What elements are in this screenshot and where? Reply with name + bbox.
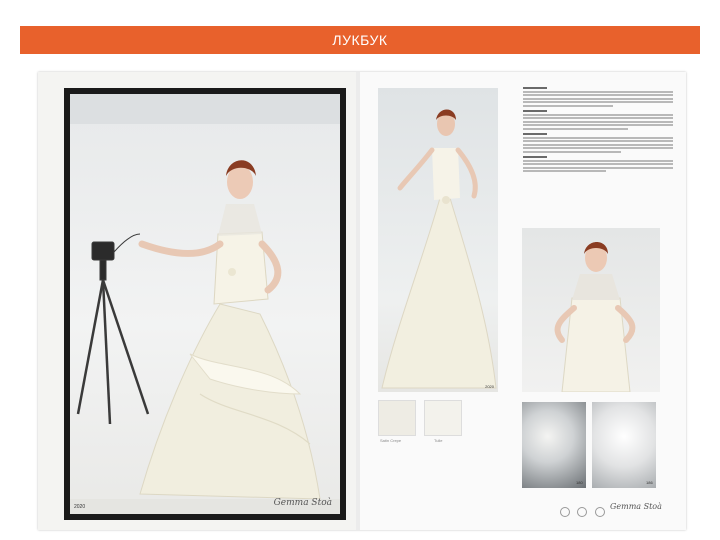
brand-signature: Gemma Stoà	[273, 498, 332, 508]
camera-tripod	[76, 233, 150, 425]
back-view-photo: 2020	[378, 88, 498, 392]
swatch-label: Tulle	[434, 438, 443, 443]
bride-front-image	[554, 242, 636, 392]
left-page: 2020 Gemma Stoà	[38, 72, 356, 530]
studio-backdrop: 2020 Gemma Stoà	[70, 94, 340, 514]
embroidery-detail-photo	[592, 402, 656, 488]
main-photo: 2020 Gemma Stoà	[64, 88, 346, 520]
logo-icon	[594, 507, 605, 517]
front-view-photo	[522, 228, 660, 392]
brand-signature: Gemma Stoà	[610, 502, 662, 511]
swatch-label: Satin Crepe	[380, 438, 402, 443]
description-text	[523, 84, 673, 174]
bride-in-gown-image	[70, 94, 340, 514]
fabric-swatch-tulle	[424, 400, 462, 436]
fabric-swatch-satin	[378, 400, 416, 436]
right-page: 2020 Satin Crepe Tulle 180 186 Gemma Sto…	[360, 72, 686, 530]
bride-back-image	[381, 109, 497, 389]
detail-code: 180	[576, 480, 583, 485]
logo-icon	[560, 507, 570, 517]
brand-logos	[560, 504, 608, 517]
photo-code: 2020	[485, 384, 494, 389]
detail-code: 186	[646, 480, 653, 485]
page-title: ЛУКБУК	[20, 26, 700, 54]
lookbook-spread: 2020 Gemma Stoà 2020 Satin Crepe Tulle 1…	[38, 72, 686, 530]
photo-code: 2020	[74, 504, 86, 510]
lace-detail-photo	[522, 402, 586, 488]
logo-icon	[577, 507, 588, 517]
